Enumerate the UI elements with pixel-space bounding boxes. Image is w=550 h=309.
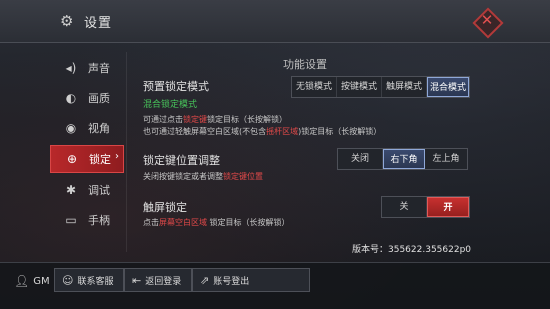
sidebar-item-sound[interactable]: ◂) 声音 xyxy=(50,55,122,81)
sidebar-item-lock[interactable]: ⊕ 锁定 › xyxy=(50,145,124,173)
exit-icon: ⇗ xyxy=(200,273,210,287)
back-to-login-button[interactable]: ⇤ 返回登录 xyxy=(124,268,192,292)
version-number: 版本号：355622.355622p0 xyxy=(352,245,472,255)
desc-text: )锁定目标（长按解锁） xyxy=(298,127,382,136)
close-button[interactable]: ✕ xyxy=(472,7,504,39)
contact-support-button[interactable]: ☺ 联系客服 xyxy=(54,268,124,292)
desc-text: 锁定目标（长按解锁） xyxy=(207,218,290,227)
preset-description: 可通过点击锁定键锁定目标（长按解锁） 也可通过轻触屏幕空白区域(不包含摇杆区域)… xyxy=(143,114,381,138)
touch-lock-on[interactable]: 开 xyxy=(427,197,469,217)
position-option-off[interactable]: 关闭 xyxy=(338,149,383,169)
sidebar-item-graphics[interactable]: ◐ 画质 xyxy=(50,85,122,111)
desc-text: 点击 xyxy=(143,218,159,227)
gamepad-icon: ▭ xyxy=(65,213,77,227)
speaker-icon: ◂) xyxy=(65,61,77,75)
desc-text: 也可通过轻触屏幕空白区域(不包含 xyxy=(143,127,267,136)
desc-text: 关闭按键锁定或者调整 xyxy=(143,172,223,181)
gm-user: 👤︎ GM xyxy=(14,272,50,290)
sidebar-item-label: 调试 xyxy=(88,184,110,197)
touch-lock-toggle: 关 开 xyxy=(381,196,470,218)
gm-label: GM xyxy=(33,275,50,287)
sidebar-item-gamepad[interactable]: ▭ 手柄 xyxy=(50,207,122,233)
desc-text: 锁定目标（长按解锁） xyxy=(207,115,287,124)
logout-arrow-icon: ⇤ xyxy=(132,273,142,287)
sidebar-item-view[interactable]: ◉ 视角 xyxy=(50,115,122,141)
sidebar-item-label: 视角 xyxy=(88,122,110,135)
position-option-bottom-right[interactable]: 右下角 xyxy=(383,149,425,169)
preset-option-none[interactable]: 无锁模式 xyxy=(292,77,337,97)
user-icon: 👤︎ xyxy=(14,274,30,288)
contact-label: 联系客服 xyxy=(77,276,114,287)
chevron-right-icon: › xyxy=(115,151,119,162)
page-title: 设置 xyxy=(84,16,113,31)
preset-desc-line-1: 可通过点击锁定键锁定目标（长按解锁） xyxy=(143,114,381,126)
sidebar-divider xyxy=(126,52,127,252)
account-logout-button[interactable]: ⇗ 账号登出 xyxy=(192,268,310,292)
lock-key-position-label: 锁定键位置调整 xyxy=(143,154,220,167)
preset-desc-line-2: 也可通过轻触屏幕空白区域(不包含摇杆区域)锁定目标（长按解锁） xyxy=(143,126,381,138)
desc-highlight: 屏幕空白区域 xyxy=(159,218,207,227)
lock-key-position-description: 关闭按键锁定或者调整锁定键位置 xyxy=(143,171,263,183)
close-icon: ✕ xyxy=(480,11,494,29)
sidebar-item-label: 声音 xyxy=(88,62,110,75)
support-icon: ☺ xyxy=(62,273,74,287)
logout-label: 账号登出 xyxy=(213,276,250,287)
touch-lock-label: 触屏锁定 xyxy=(143,201,187,214)
lock-key-position-selector: 关闭 右下角 左上角 xyxy=(337,148,468,170)
sidebar-item-label: 画质 xyxy=(88,92,110,105)
preset-mode-label: 预置锁定模式 xyxy=(143,80,209,93)
settings-screen: ⚙ 设置 ✕ ◂) 声音 ◐ 画质 ◉ 视角 ⊕ 锁定 › ✱ 调试 ▭ 手柄 … xyxy=(0,0,550,309)
desc-highlight: 摇杆区域 xyxy=(266,127,299,136)
bug-icon: ✱ xyxy=(65,183,77,197)
position-option-top-left[interactable]: 左上角 xyxy=(425,149,467,169)
sidebar: ◂) 声音 ◐ 画质 ◉ 视角 ⊕ 锁定 › ✱ 调试 ▭ 手柄 xyxy=(50,55,124,237)
back-login-label: 返回登录 xyxy=(145,276,182,287)
touch-lock-description: 点击屏幕空白区域 锁定目标（长按解锁） xyxy=(143,217,290,229)
section-title: 功能设置 xyxy=(283,58,327,71)
sidebar-item-debug[interactable]: ✱ 调试 xyxy=(50,177,122,203)
top-bar: ⚙ 设置 ✕ xyxy=(0,0,550,43)
sidebar-item-label: 锁定 xyxy=(89,153,111,166)
eye-icon: ◉ xyxy=(65,121,77,135)
crosshair-icon: ⊕ xyxy=(66,152,78,166)
desc-text: 可通过点击 xyxy=(143,115,183,124)
touch-lock-off[interactable]: 关 xyxy=(382,197,427,217)
palette-icon: ◐ xyxy=(65,91,77,105)
gear-icon: ⚙ xyxy=(60,12,74,30)
preset-mode-selector: 无锁模式 按键模式 触屏模式 混合模式 xyxy=(291,76,470,98)
desc-highlight: 锁定键位置 xyxy=(223,172,263,181)
desc-highlight: 锁定键 xyxy=(183,115,207,124)
preset-option-key[interactable]: 按键模式 xyxy=(337,77,382,97)
preset-option-mixed[interactable]: 混合模式 xyxy=(427,77,469,97)
preset-option-touch[interactable]: 触屏模式 xyxy=(382,77,427,97)
preset-current-mode: 混合锁定模式 xyxy=(143,100,198,110)
sidebar-item-label: 手柄 xyxy=(88,214,110,227)
